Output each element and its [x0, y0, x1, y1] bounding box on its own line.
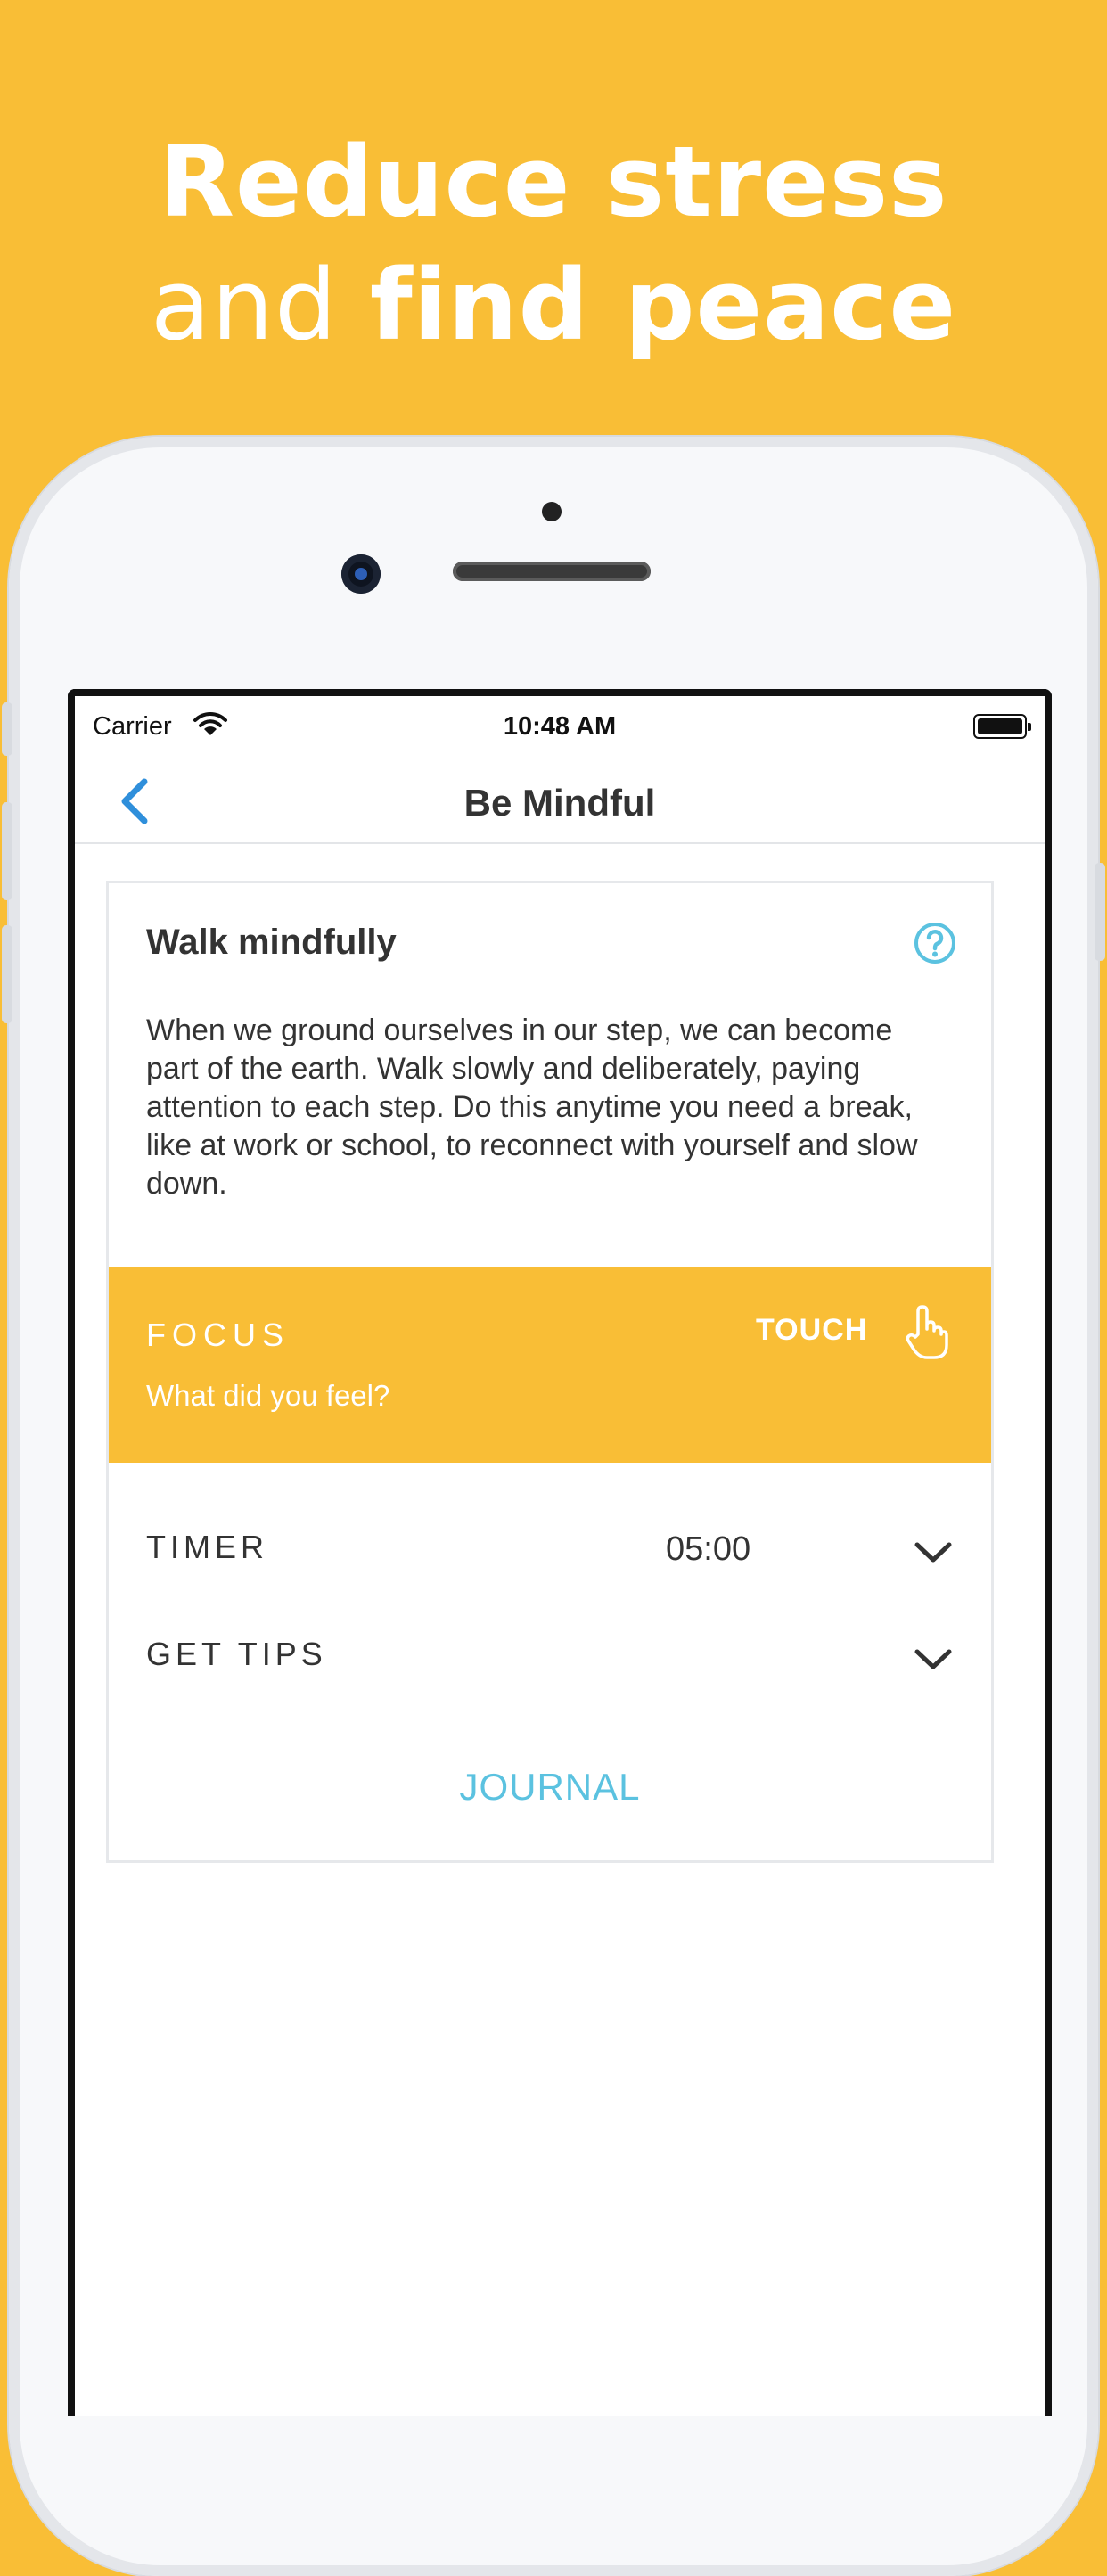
chevron-down-icon[interactable] — [913, 1645, 954, 1673]
help-icon[interactable] — [913, 921, 957, 965]
navigation-bar: Be Mindful — [75, 757, 1045, 844]
headline-line-1: Reduce stress — [159, 125, 948, 239]
tips-row[interactable]: GET TIPS — [109, 1620, 991, 1691]
exercise-card: Walk mindfully When we ground ourselves … — [109, 883, 991, 1860]
headline-line-2: and find peace — [0, 243, 1107, 366]
chevron-down-icon[interactable] — [913, 1538, 954, 1566]
journal-button[interactable]: JOURNAL — [109, 1766, 991, 1809]
app-screen: Carrier 10:48 AM Be Mindful Walk mindful… — [68, 689, 1052, 2416]
timer-value[interactable]: 05:00 — [666, 1530, 750, 1569]
mute-switch — [2, 702, 12, 756]
exercise-heading: Walk mindfully — [146, 923, 397, 962]
tips-label: GET TIPS — [146, 1636, 327, 1672]
touch-label[interactable]: TOUCH — [756, 1313, 867, 1348]
exercise-description: When we ground ourselves in our step, we… — [146, 1013, 918, 1201]
volume-up-button — [2, 802, 12, 900]
front-camera — [341, 554, 381, 594]
focus-label: FOCUS — [146, 1317, 290, 1353]
status-bar: Carrier 10:48 AM — [75, 696, 1045, 757]
headline-line-2-thin: and — [150, 248, 338, 362]
headline: Reduce stress and find peace — [0, 120, 1107, 366]
headline-line-2-bold: find peace — [369, 248, 957, 362]
power-button — [1095, 863, 1105, 961]
volume-down-button — [2, 925, 12, 1023]
timer-label: TIMER — [146, 1529, 268, 1565]
timer-row[interactable]: TIMER 05:00 — [109, 1513, 991, 1584]
proximity-sensor — [542, 502, 562, 521]
focus-panel[interactable]: FOCUS What did you feel? TOUCH — [109, 1267, 991, 1463]
earpiece-speaker — [453, 562, 651, 581]
focus-prompt: What did you feel? — [146, 1379, 390, 1412]
page-title: Be Mindful — [463, 782, 656, 824]
hand-pointer-icon[interactable] — [904, 1304, 950, 1361]
status-time: 10:48 AM — [503, 712, 617, 741]
battery-icon — [973, 714, 1031, 739]
